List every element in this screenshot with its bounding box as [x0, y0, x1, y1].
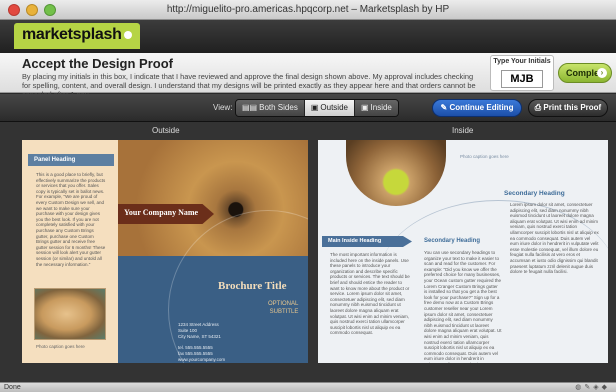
browser-status-bar: Done ◍✎◈◆	[0, 382, 616, 392]
photo-caption: Photo caption goes here	[36, 344, 85, 349]
optional-subtitle: OPTIONAL SUBTITLE	[268, 301, 299, 315]
complete-button[interactable]: Complete ›	[558, 63, 612, 83]
inside-proof-panel: Photo caption goes here Secondary Headin…	[318, 140, 608, 363]
initials-box: Type Your Initials MJB	[490, 55, 554, 91]
dog-photo	[34, 288, 106, 340]
view-segmented-control: ▤▤ Both Sides ▣ Outside ▣ Inside	[235, 99, 399, 117]
brand-bar: marketsplash	[0, 20, 616, 53]
marketsplash-logo[interactable]: marketsplash	[14, 23, 140, 49]
brochure-title: Brochure Title	[218, 280, 287, 292]
secondary-heading-right: Secondary Heading	[504, 190, 565, 197]
brand-name: marketsplash	[22, 26, 122, 43]
view-both-sides-button[interactable]: ▤▤ Both Sides	[236, 100, 305, 116]
inside-icon: ▣	[360, 103, 369, 112]
inside-photo-caption: Photo caption goes here	[460, 154, 509, 159]
proof-approval-bar: Accept the Design Proof By placing my in…	[0, 53, 616, 99]
print-proof-button[interactable]: ⎙ Print this Proof	[528, 99, 608, 117]
shield-icon[interactable]: ◈	[593, 384, 601, 391]
view-label: View:	[213, 103, 233, 112]
window-title: http://miguelito-pro.americas.hpqcorp.ne…	[166, 4, 450, 15]
inside-right-column-text: Lorem ipsum dolor sit amet, consectetuer…	[510, 202, 599, 275]
outside-cover: Your Company Name Brochure Title OPTIONA…	[118, 140, 308, 363]
outside-icon: ▣	[310, 103, 319, 112]
outside-proof-panel: Panel Heading This is a good place to br…	[22, 140, 308, 363]
initials-input[interactable]: MJB	[501, 70, 543, 88]
view-toolbar: View: ▤▤ Both Sides ▣ Outside ▣ Inside ✎ Co…	[0, 94, 616, 122]
view-outside-button[interactable]: ▣ Outside	[304, 100, 355, 116]
window-titlebar: http://miguelito-pro.americas.hpqcorp.ne…	[0, 0, 616, 20]
dog-ball-photo	[346, 140, 446, 206]
status-text: Done	[4, 384, 21, 391]
inside-left-column-text: The most important information is includ…	[330, 252, 410, 336]
addon-icon[interactable]: ◆	[602, 384, 610, 391]
inside-middle-column-text: You can use secondary headings to organi…	[424, 250, 502, 363]
proof-preview-area: Outside Inside Panel Heading This is a g…	[0, 122, 616, 382]
pencil-icon[interactable]: ✎	[584, 384, 593, 391]
globe-icon[interactable]: ◍	[575, 384, 584, 391]
inside-pane-label: Inside	[452, 126, 474, 135]
initials-label: Type Your Initials	[493, 58, 551, 65]
status-icons: ◍✎◈◆	[575, 383, 610, 392]
both-sides-icon: ▤▤	[242, 103, 258, 112]
outside-pane-label: Outside	[152, 126, 180, 135]
outside-left-column: Panel Heading This is a good place to br…	[22, 140, 118, 363]
main-inside-heading: Main Inside Heading	[322, 236, 412, 247]
continue-editing-button[interactable]: ✎ Continue Editing	[432, 99, 522, 117]
secondary-heading-middle: Secondary Heading	[424, 238, 481, 244]
company-address: 1234 Street Address Suite 100 City Name,…	[178, 322, 226, 362]
brand-logo-icon	[123, 30, 132, 39]
panel-body-text: This is a good place to briefly, but eff…	[36, 172, 106, 267]
company-name: Your Company Name	[124, 208, 199, 217]
arrow-right-icon: ›	[597, 68, 607, 78]
view-inside-button[interactable]: ▣ Inside	[354, 100, 398, 116]
proof-title: Accept the Design Proof	[22, 56, 173, 71]
panel-heading: Panel Heading	[28, 154, 114, 166]
